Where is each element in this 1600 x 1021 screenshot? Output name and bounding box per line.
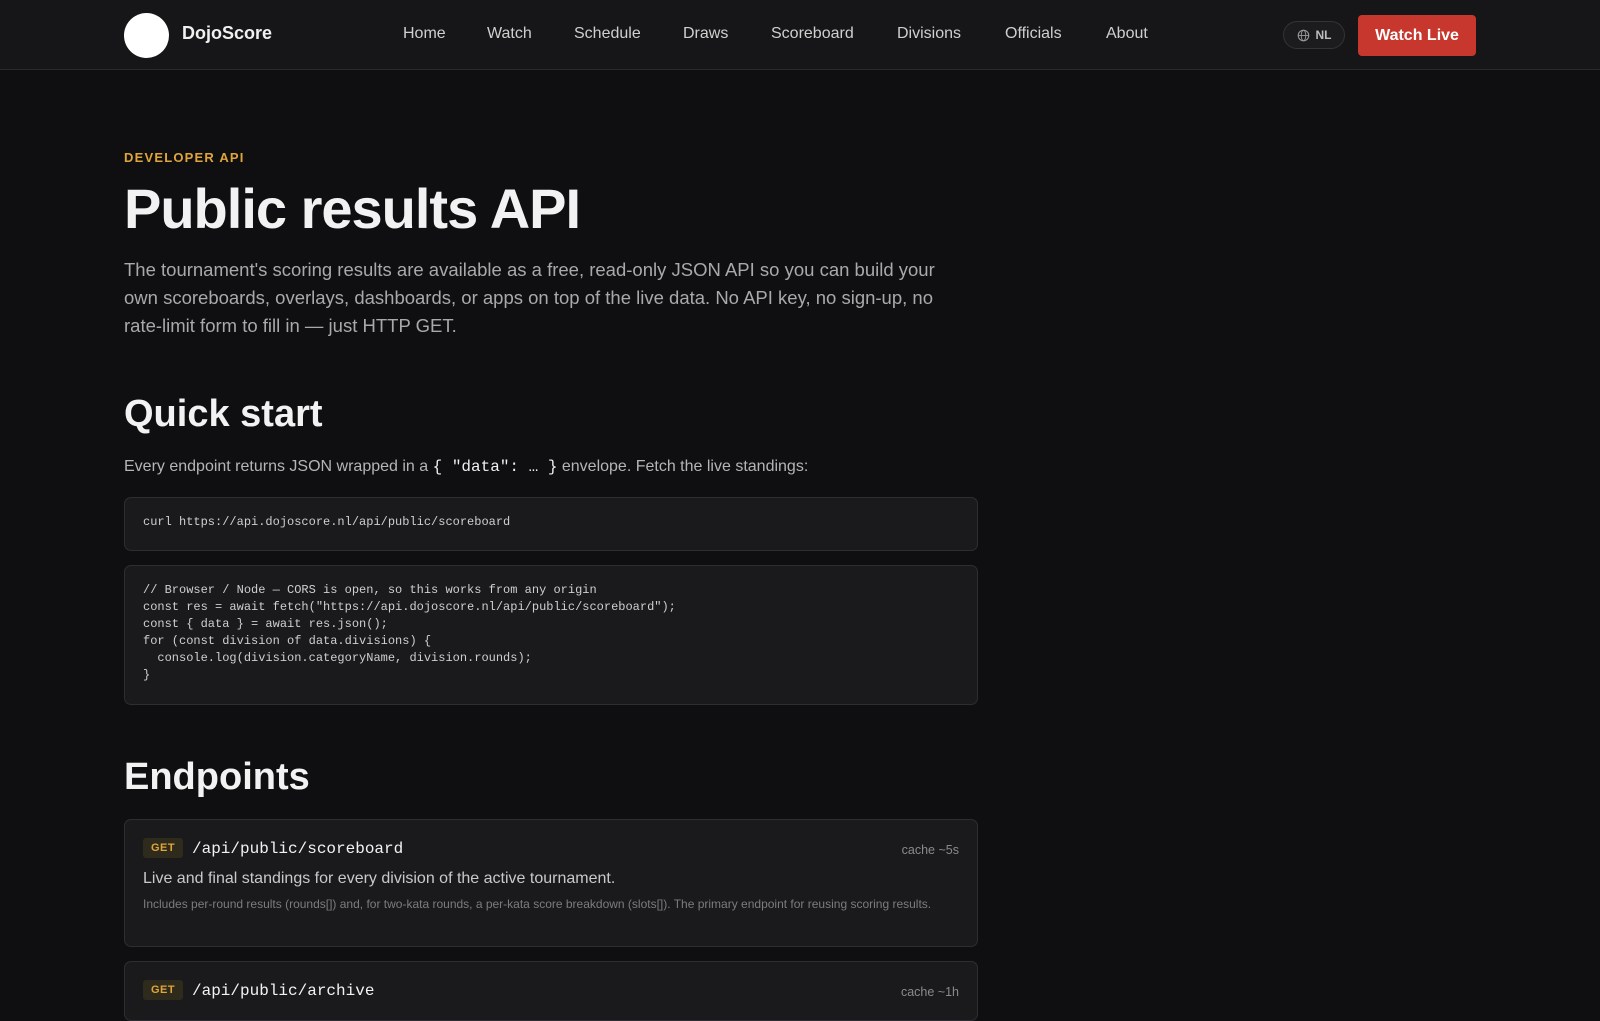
js-code-block[interactable]: // Browser / Node — CORS is open, so thi… bbox=[124, 565, 978, 705]
nav-item-watch[interactable]: Watch bbox=[487, 25, 532, 43]
endpoint-description: Live and final standings for every divis… bbox=[143, 870, 616, 887]
top-navigation-bar: DojoScore Home Watch Schedule Draws Scor… bbox=[0, 0, 1600, 70]
watch-live-button[interactable]: Watch Live bbox=[1358, 15, 1476, 56]
endpoint-detail: Includes per-round results (rounds[]) an… bbox=[143, 897, 932, 911]
inline-code-envelope: { "data": … } bbox=[432, 458, 558, 476]
language-label: NL bbox=[1315, 28, 1332, 42]
nav-item-about[interactable]: About bbox=[1106, 25, 1148, 43]
eyebrow-label: DEVELOPER API bbox=[124, 150, 245, 165]
method-badge: GET bbox=[143, 838, 184, 858]
curl-code-block[interactable]: curl https://api.dojoscore.nl/api/public… bbox=[124, 497, 978, 551]
endpoint-path: /api/public/scoreboard bbox=[192, 840, 404, 858]
endpoint-path: /api/public/archive bbox=[192, 982, 375, 1000]
quick-start-text: Every endpoint returns JSON wrapped in a… bbox=[124, 458, 808, 476]
nav-item-schedule[interactable]: Schedule bbox=[574, 25, 641, 43]
endpoint-card-archive[interactable]: GET /api/public/archive cache ~1h bbox=[124, 961, 978, 1021]
quick-start-text-after: envelope. Fetch the live standings: bbox=[557, 458, 809, 475]
nav-item-home[interactable]: Home bbox=[403, 25, 446, 43]
cache-label: cache ~1h bbox=[900, 985, 959, 999]
method-badge: GET bbox=[143, 980, 184, 1000]
nav-item-scoreboard[interactable]: Scoreboard bbox=[771, 25, 854, 43]
globe-icon bbox=[1297, 29, 1309, 41]
quick-start-text-before: Every endpoint returns JSON wrapped in a bbox=[124, 458, 433, 475]
cache-label: cache ~5s bbox=[901, 843, 959, 857]
endpoints-heading: Endpoints bbox=[124, 756, 310, 798]
endpoint-card-scoreboard[interactable]: GET /api/public/scoreboard cache ~5s Liv… bbox=[124, 819, 978, 947]
page-title: Public results API bbox=[124, 177, 581, 240]
quick-start-heading: Quick start bbox=[124, 393, 323, 435]
nav-item-divisions[interactable]: Divisions bbox=[897, 25, 961, 43]
language-switcher[interactable]: NL bbox=[1283, 21, 1345, 49]
nav-item-draws[interactable]: Draws bbox=[683, 25, 728, 43]
intro-paragraph: The tournament's scoring results are ava… bbox=[124, 259, 935, 336]
nav-item-officials[interactable]: Officials bbox=[1005, 25, 1062, 43]
